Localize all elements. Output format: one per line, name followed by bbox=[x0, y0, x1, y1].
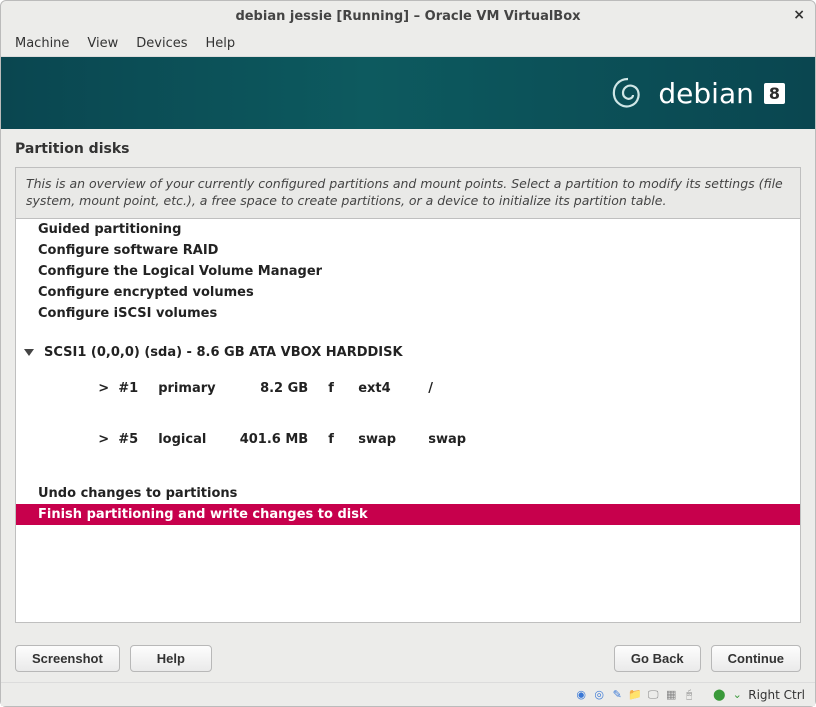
part-marker: > bbox=[98, 432, 118, 447]
option-undo[interactable]: Undo changes to partitions bbox=[16, 483, 800, 504]
option-finish[interactable]: Finish partitioning and write changes to… bbox=[16, 504, 800, 525]
chevron-down-icon bbox=[24, 349, 34, 356]
part-flag: f bbox=[328, 432, 358, 447]
disk-header[interactable]: SCSI1 (0,0,0) (sda) - 8.6 GB ATA VBOX HA… bbox=[16, 342, 800, 363]
part-size: 401.6 MB bbox=[238, 432, 328, 447]
hostkey-icon[interactable]: ⌄ bbox=[730, 688, 744, 702]
option-iscsi[interactable]: Configure iSCSI volumes bbox=[16, 303, 800, 324]
part-size: 8.2 GB bbox=[238, 381, 328, 396]
part-marker: > bbox=[98, 381, 118, 396]
continue-button[interactable]: Continue bbox=[711, 645, 801, 672]
optical-icon[interactable]: ◎ bbox=[592, 688, 606, 702]
goback-button[interactable]: Go Back bbox=[614, 645, 701, 672]
network-icon[interactable]: ⬤ bbox=[712, 688, 726, 702]
vbox-statusbar: ◉ ◎ ✎ 📁 🖵 ▦ 🖰 ⬤ ⌄ Right Ctrl bbox=[1, 682, 815, 706]
partition-list: Guided partitioning Configure software R… bbox=[15, 218, 801, 623]
button-bar: Screenshot Help Go Back Continue bbox=[1, 633, 815, 682]
debian-swirl-icon bbox=[608, 73, 648, 113]
help-button[interactable]: Help bbox=[130, 645, 212, 672]
partition-row-1[interactable]: > #1 primary 8.2 GB f ext4 / bbox=[16, 363, 800, 414]
menubar: Machine View Devices Help bbox=[1, 31, 815, 57]
part-num: #1 bbox=[118, 381, 158, 396]
part-kind: primary bbox=[158, 381, 238, 396]
option-raid[interactable]: Configure software RAID bbox=[16, 240, 800, 261]
menu-machine[interactable]: Machine bbox=[15, 36, 69, 51]
option-guided[interactable]: Guided partitioning bbox=[16, 219, 800, 240]
titlebar: debian jessie [Running] – Oracle VM Virt… bbox=[1, 1, 815, 31]
brand-version: 8 bbox=[764, 83, 785, 104]
content: This is an overview of your currently co… bbox=[1, 167, 815, 633]
virtualbox-window: debian jessie [Running] – Oracle VM Virt… bbox=[0, 0, 816, 707]
partition-row-2[interactable]: > #5 logical 401.6 MB f swap swap bbox=[16, 414, 800, 465]
menu-devices[interactable]: Devices bbox=[136, 36, 187, 51]
hostkey-label: Right Ctrl bbox=[748, 688, 805, 702]
description: This is an overview of your currently co… bbox=[15, 167, 801, 218]
part-kind: logical bbox=[158, 432, 238, 447]
brand-text: debian bbox=[658, 77, 753, 110]
shared-folder-icon[interactable]: 📁 bbox=[628, 688, 642, 702]
spacer bbox=[16, 465, 800, 483]
hdd-icon[interactable]: ◉ bbox=[574, 688, 588, 702]
page-title: Partition disks bbox=[1, 129, 815, 167]
close-icon[interactable]: × bbox=[793, 7, 805, 23]
debian-brand: debian 8 bbox=[608, 73, 785, 113]
spacer bbox=[16, 324, 800, 342]
window-title: debian jessie [Running] – Oracle VM Virt… bbox=[235, 9, 580, 24]
installer-banner: debian 8 bbox=[1, 57, 815, 129]
part-num: #5 bbox=[118, 432, 158, 447]
option-encrypted[interactable]: Configure encrypted volumes bbox=[16, 282, 800, 303]
part-mount: / bbox=[428, 381, 488, 396]
display-icon[interactable]: 🖵 bbox=[646, 688, 660, 702]
mouse-icon[interactable]: 🖰 bbox=[682, 688, 696, 702]
part-fs: swap bbox=[358, 432, 428, 447]
part-fs: ext4 bbox=[358, 381, 428, 396]
disk-label: SCSI1 (0,0,0) (sda) - 8.6 GB ATA VBOX HA… bbox=[44, 345, 403, 360]
recording-icon[interactable]: ▦ bbox=[664, 688, 678, 702]
menu-help[interactable]: Help bbox=[206, 36, 236, 51]
screenshot-button[interactable]: Screenshot bbox=[15, 645, 120, 672]
menu-view[interactable]: View bbox=[87, 36, 118, 51]
part-flag: f bbox=[328, 381, 358, 396]
usb-icon[interactable]: ✎ bbox=[610, 688, 624, 702]
part-mount: swap bbox=[428, 432, 488, 447]
option-lvm[interactable]: Configure the Logical Volume Manager bbox=[16, 261, 800, 282]
